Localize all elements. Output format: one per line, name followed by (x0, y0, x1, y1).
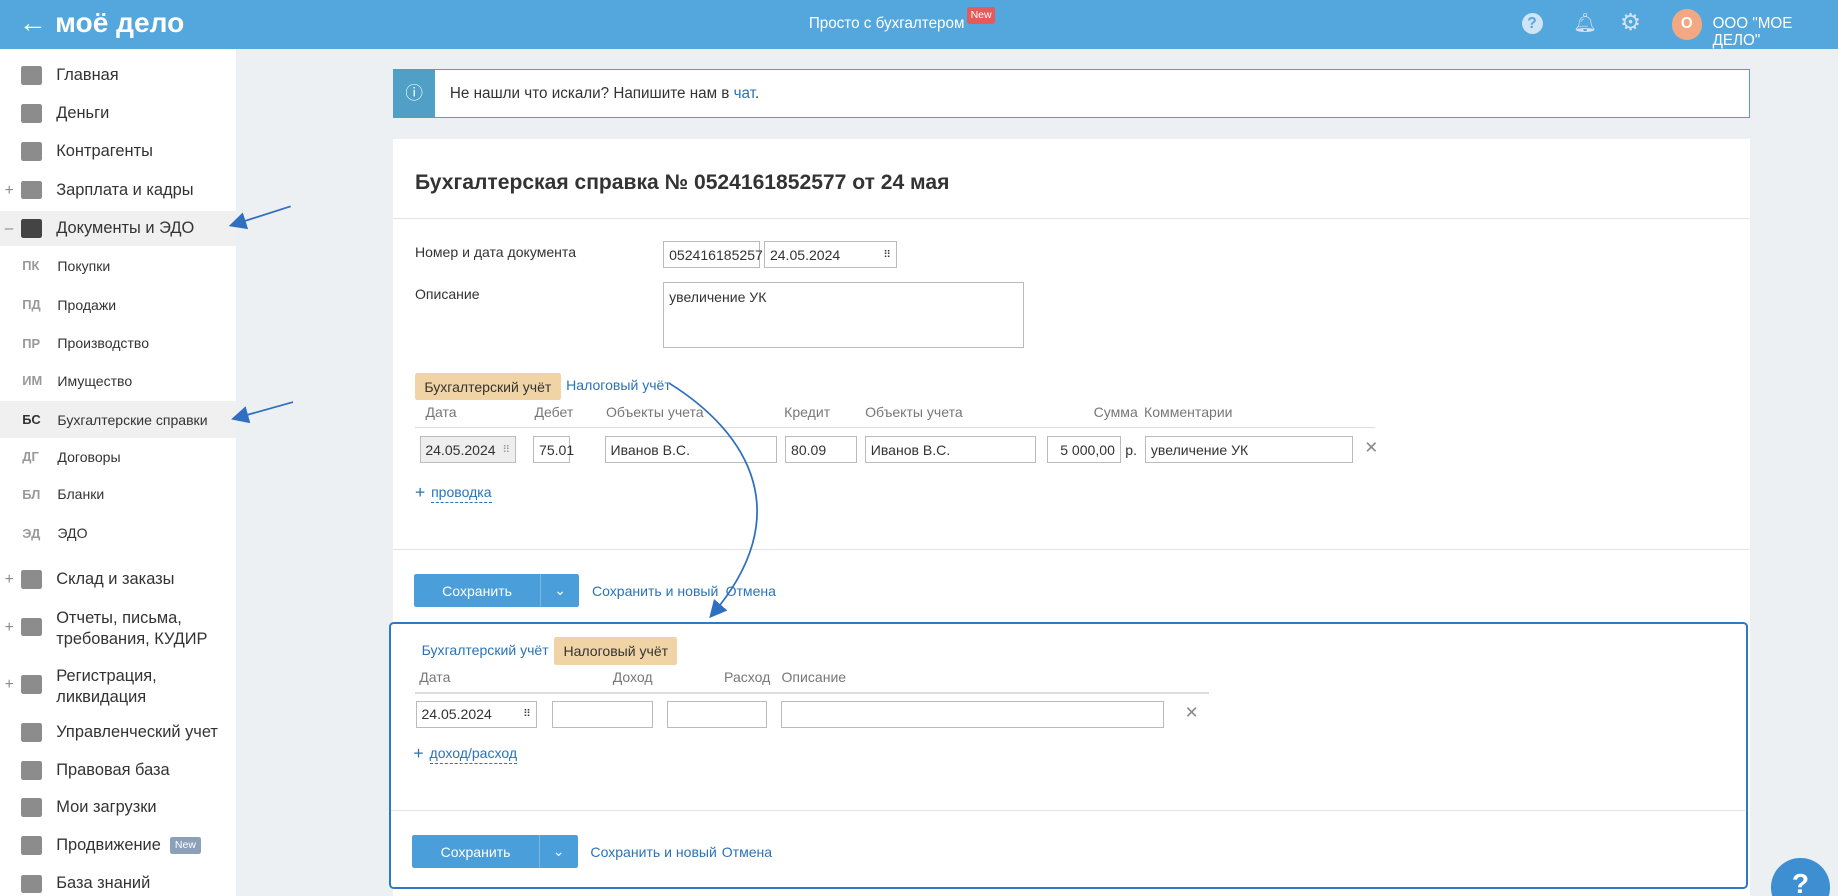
arrow-to-documents (228, 205, 291, 230)
annotation-arrows (228, 205, 758, 619)
arrow-to-tax-panel (668, 382, 758, 619)
arrow-to-accounting-notes (231, 401, 294, 424)
